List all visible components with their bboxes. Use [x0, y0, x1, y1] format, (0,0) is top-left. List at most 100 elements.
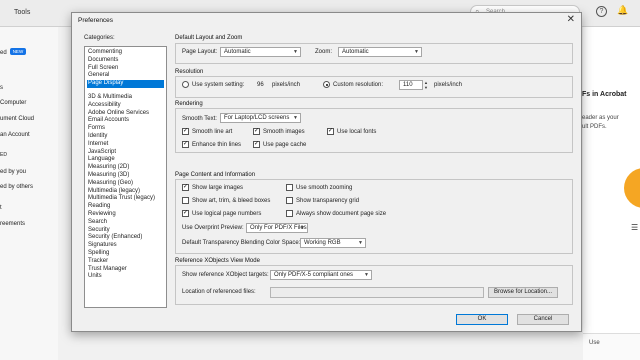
- category-item[interactable]: Forms: [87, 125, 164, 133]
- browse-location-button[interactable]: Browse for Location...: [488, 287, 558, 298]
- sidebar-item-starred[interactable]: ed NEW: [0, 48, 27, 56]
- custom-resolution-unit: pixels/inch: [434, 82, 463, 88]
- category-commenting[interactable]: Commenting: [87, 49, 164, 57]
- always-show-page-size-checkbox[interactable]: Always show document page size: [286, 210, 386, 217]
- bell-icon[interactable]: 🔔: [617, 5, 628, 16]
- checkmark-icon: ✓: [182, 184, 189, 191]
- smooth-images-checkbox[interactable]: ✓ Smooth images: [253, 128, 305, 135]
- sidebar-item-agreements[interactable]: reements: [0, 221, 25, 227]
- right-panel-footer-text[interactable]: Use: [589, 340, 600, 346]
- xobjects-group: [175, 265, 573, 305]
- smooth-text-dropdown[interactable]: For Laptop/LCD screens ▼: [220, 113, 301, 123]
- right-panel-text-2: ult PDFs.: [582, 124, 607, 130]
- category-item[interactable]: Adobe Online Services: [87, 110, 164, 118]
- page-layout-dropdown[interactable]: Automatic ▼: [220, 47, 301, 57]
- overprint-label: Use Overprint Preview:: [182, 225, 244, 231]
- system-setting-radio[interactable]: Use system setting:: [182, 81, 244, 88]
- category-general[interactable]: General: [87, 72, 164, 80]
- category-item[interactable]: Signatures: [87, 242, 164, 250]
- tools-tab[interactable]: Tools: [14, 9, 30, 16]
- category-item[interactable]: Search: [87, 219, 164, 227]
- chevron-down-icon: ▼: [358, 240, 363, 246]
- category-item[interactable]: Units: [87, 273, 164, 281]
- zoom-dropdown[interactable]: Automatic ▼: [338, 47, 422, 57]
- category-item[interactable]: Tracker: [87, 258, 164, 266]
- sidebar-item-shared-by-others[interactable]: ed by others: [0, 184, 33, 190]
- sidebar-item-documents[interactable]: s: [0, 85, 3, 91]
- sidebar-item-misc[interactable]: t: [0, 205, 2, 211]
- category-item[interactable]: 3D & Multimedia: [87, 94, 164, 102]
- chevron-down-icon: ▼: [300, 225, 305, 231]
- checkmark-icon: ✓: [253, 128, 260, 135]
- category-item[interactable]: Measuring (Geo): [87, 180, 164, 188]
- category-item[interactable]: Spelling: [87, 250, 164, 258]
- page-layout-label: Page Layout:: [182, 49, 218, 55]
- right-panel-title: Fs in Acrobat: [582, 91, 627, 98]
- show-transparency-grid-checkbox[interactable]: Show transparency grid: [286, 197, 359, 204]
- use-local-fonts-checkbox[interactable]: ✓ Use local fonts: [327, 128, 376, 135]
- show-large-images-checkbox[interactable]: ✓ Show large images: [182, 184, 243, 191]
- checkbox-unchecked: [286, 184, 293, 191]
- sidebar-item-computer[interactable]: Computer: [0, 100, 26, 106]
- dialog-title: Preferences: [78, 17, 114, 24]
- category-item[interactable]: Reading: [87, 203, 164, 211]
- location-input[interactable]: [270, 287, 484, 298]
- category-full-screen[interactable]: Full Screen: [87, 65, 164, 73]
- right-panel-footer: Use: [583, 333, 640, 360]
- chevron-down-icon: ▼: [414, 49, 419, 55]
- categories-list[interactable]: Commenting Documents Full Screen General…: [84, 46, 167, 308]
- category-item[interactable]: JavaScript: [87, 149, 164, 157]
- category-item[interactable]: Email Accounts: [87, 117, 164, 125]
- help-icon[interactable]: ?: [596, 6, 607, 17]
- preferences-dialog: Preferences ✕ Categories: Commenting Doc…: [71, 12, 582, 332]
- checkmark-icon: ✓: [253, 141, 260, 148]
- show-art-trim-checkbox[interactable]: Show art, trim, & bleed boxes: [182, 197, 270, 204]
- category-documents[interactable]: Documents: [87, 57, 164, 65]
- logical-page-numbers-checkbox[interactable]: ✓ Use logical page numbers: [182, 210, 261, 217]
- use-page-cache-checkbox[interactable]: ✓ Use page cache: [253, 141, 306, 148]
- blending-dropdown[interactable]: Working RGB ▼: [300, 238, 366, 248]
- category-item[interactable]: Security: [87, 227, 164, 235]
- custom-resolution-radio[interactable]: Custom resolution:: [323, 81, 383, 88]
- ok-button[interactable]: OK: [456, 314, 508, 325]
- sidebar-item-shared-by-you[interactable]: ed by you: [0, 169, 26, 175]
- smooth-line-art-checkbox[interactable]: ✓ Smooth line art: [182, 128, 232, 135]
- category-item[interactable]: Identity: [87, 133, 164, 141]
- overprint-dropdown[interactable]: Only For PDF/X Files ▼: [246, 223, 308, 233]
- sidebar-item-document-cloud[interactable]: ument Cloud: [0, 116, 34, 122]
- new-badge: NEW: [9, 48, 27, 55]
- cancel-button[interactable]: Cancel: [517, 314, 569, 325]
- checkmark-icon: ✓: [182, 128, 189, 135]
- sidebar-item-add-account[interactable]: an Account: [0, 132, 30, 138]
- category-item[interactable]: Measuring (3D): [87, 172, 164, 180]
- checkbox-unchecked: [286, 197, 293, 204]
- checkbox-unchecked: [286, 210, 293, 217]
- category-item[interactable]: Measuring (2D): [87, 164, 164, 172]
- category-item[interactable]: Security (Enhanced): [87, 234, 164, 242]
- custom-resolution-input[interactable]: 110: [399, 80, 423, 90]
- checkbox-unchecked: [182, 197, 189, 204]
- resolution-stepper[interactable]: ▲ ▼: [423, 80, 429, 90]
- checkmark-icon: ✓: [182, 210, 189, 217]
- chevron-down-icon[interactable]: ▼: [424, 85, 428, 90]
- show-targets-label: Show reference XObject targets:: [182, 272, 269, 278]
- category-item[interactable]: Reviewing: [87, 211, 164, 219]
- category-page-display[interactable]: Page Display: [87, 80, 164, 88]
- layout-section-title: Default Layout and Zoom: [175, 35, 243, 41]
- enhance-thin-lines-checkbox[interactable]: ✓ Enhance thin lines: [182, 141, 241, 148]
- radio-unselected: [182, 81, 189, 88]
- category-item[interactable]: Trust Manager: [87, 266, 164, 274]
- category-item[interactable]: Multimedia (legacy): [87, 188, 164, 196]
- category-item[interactable]: Multimedia Trust (legacy): [87, 195, 164, 203]
- page-content-section-title: Page Content and Information: [175, 172, 256, 178]
- category-item[interactable]: Internet: [87, 141, 164, 149]
- use-smooth-zooming-checkbox[interactable]: Use smooth zooming: [286, 184, 352, 191]
- category-item[interactable]: Accessibility: [87, 102, 164, 110]
- category-item[interactable]: Language: [87, 156, 164, 164]
- chevron-down-icon: ▼: [293, 115, 298, 121]
- xobjects-section-title: Reference XObjects View Mode: [175, 258, 260, 264]
- chevron-down-icon: ▼: [293, 49, 298, 55]
- show-targets-dropdown[interactable]: Only PDF/X-5 compliant ones ▼: [270, 270, 372, 280]
- list-view-icon[interactable]: ☰: [631, 223, 638, 232]
- close-icon[interactable]: ✕: [567, 14, 575, 25]
